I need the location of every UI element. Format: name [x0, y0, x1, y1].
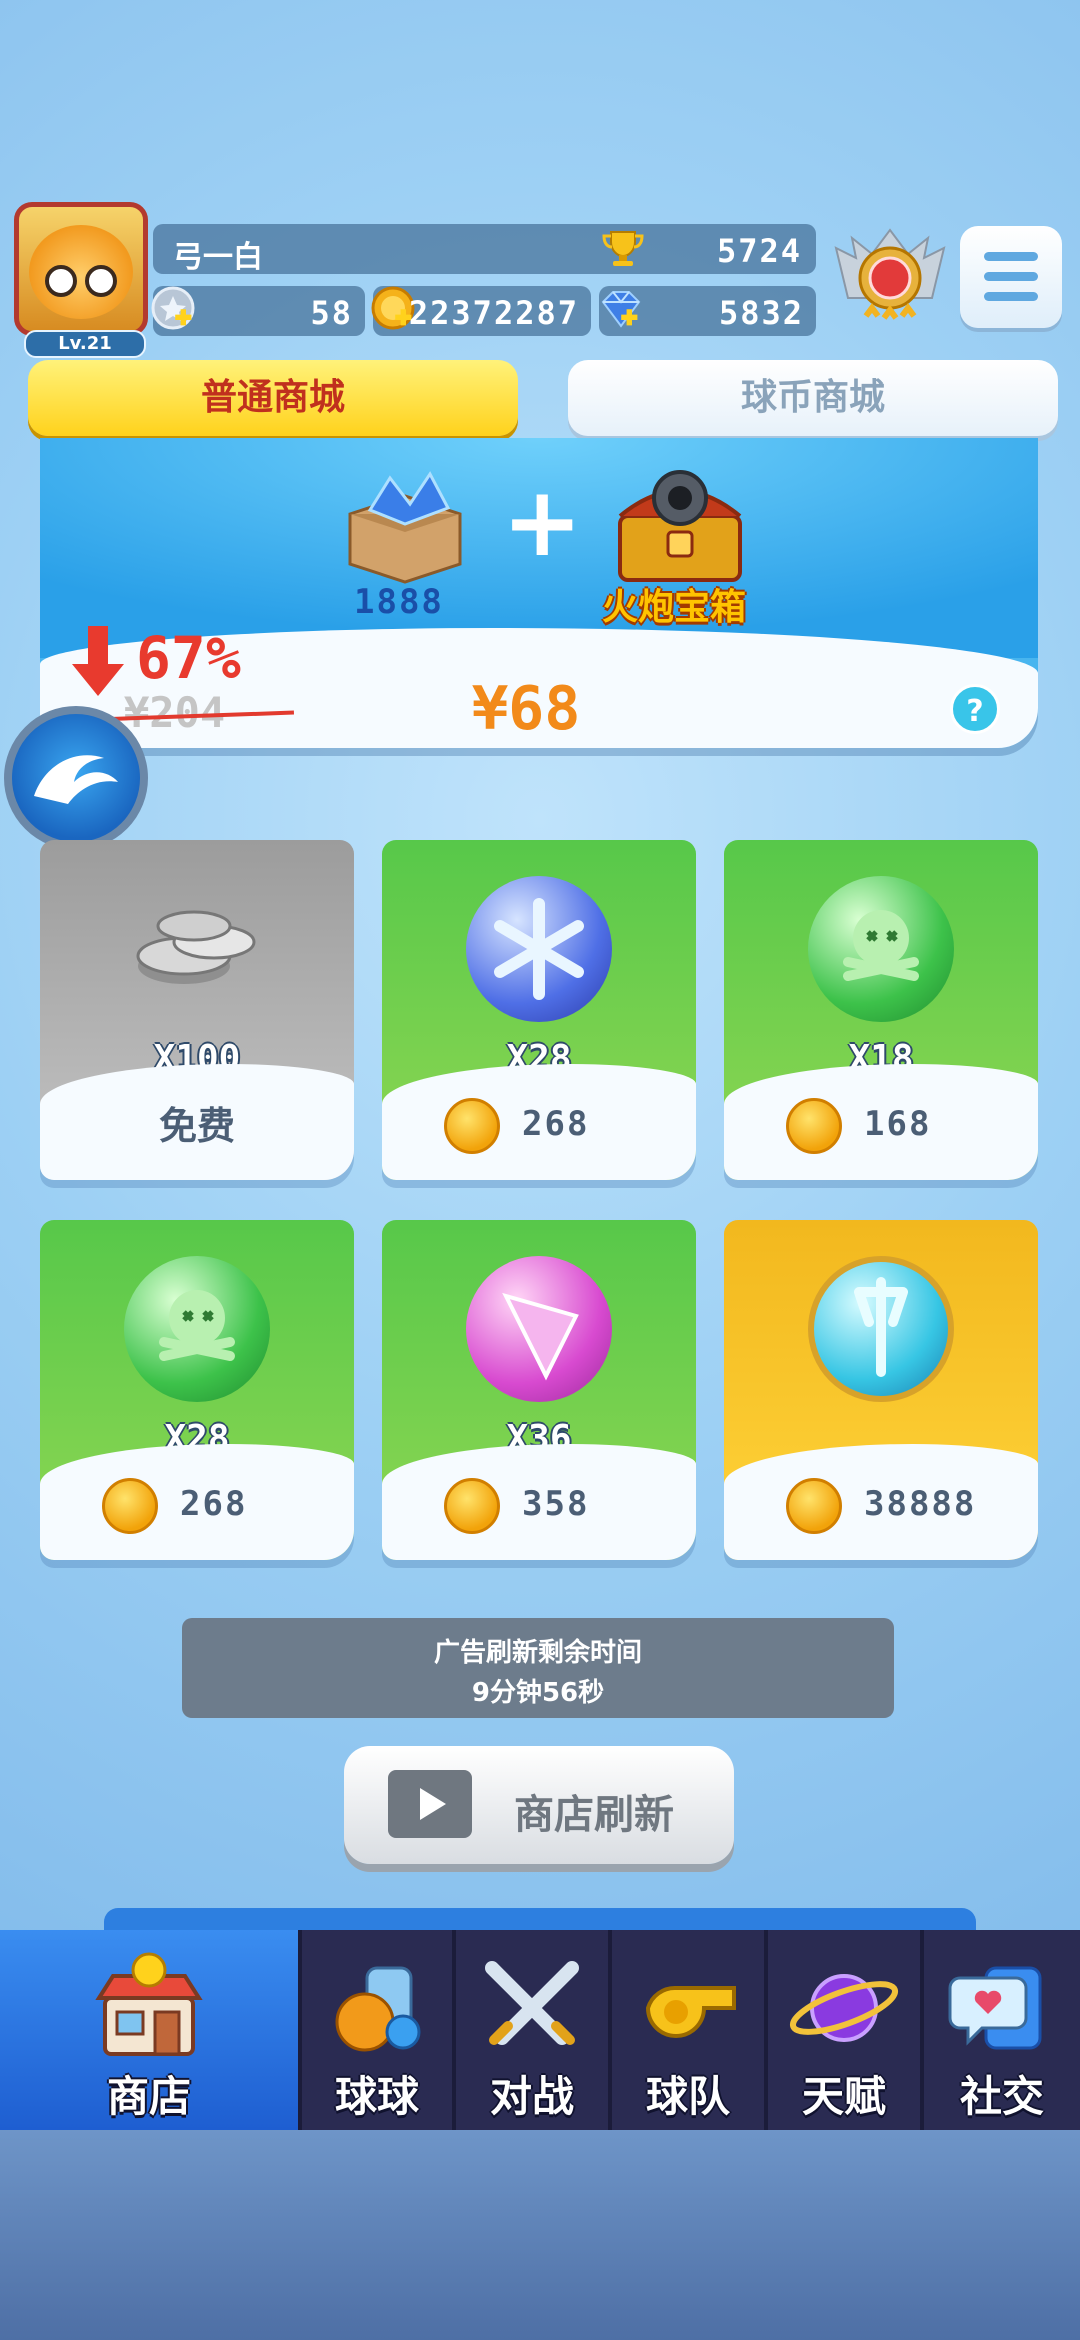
shop-item-card[interactable]: X28 268: [40, 1220, 354, 1560]
crossed-swords-icon: [485, 1961, 579, 2045]
discount-percent: 67%: [136, 624, 241, 692]
avatar-eye-right: [85, 265, 117, 297]
tiger-face-icon: [29, 225, 133, 319]
nav-talent[interactable]: 天赋: [768, 1930, 920, 2130]
nav-shop[interactable]: 商店: [0, 1930, 298, 2130]
shop-item-card[interactable]: X18 168: [724, 840, 1038, 1180]
ticket-count: 58: [310, 294, 353, 332]
wave-icon: [34, 755, 118, 804]
ice-ball-icon: [466, 876, 612, 1022]
coin-bar[interactable]: 22372287: [371, 286, 591, 336]
pink-crystal-ball-icon: [466, 1256, 612, 1402]
menu-line-icon: [984, 252, 1038, 261]
trophy-count: 5724: [716, 232, 802, 270]
nav-label: 商店: [106, 2072, 191, 2121]
poison-skull-ball-icon: [808, 876, 954, 1022]
ad-refresh-timer: 广告刷新剩余时间 9分钟56秒: [182, 1618, 894, 1718]
shop-refresh-label: 商店刷新: [514, 1792, 674, 1838]
item-price: 268: [180, 1484, 248, 1524]
shop-item-card[interactable]: X28 268: [382, 840, 696, 1180]
coin-icon: [102, 1478, 158, 1534]
tab-normal-shop[interactable]: 普通商城: [28, 360, 518, 436]
gem-bar[interactable]: 5832: [599, 286, 816, 336]
menu-line-icon: [984, 292, 1038, 301]
ticket-bar[interactable]: 58: [151, 286, 365, 336]
gem-count: 5832: [718, 294, 804, 332]
plus-icon: +: [502, 466, 583, 578]
menu-line-icon: [984, 272, 1038, 281]
cyan-trident-ball-icon: [808, 1256, 954, 1402]
coin-icon: [444, 1098, 500, 1154]
nav-label: 对战: [489, 2072, 574, 2121]
avatar-eye-left: [45, 265, 77, 297]
sale-price: ¥68: [472, 674, 581, 744]
coin-icon: [444, 1478, 500, 1534]
gem-amount-label: 1888: [354, 582, 444, 622]
nav-team[interactable]: 球队: [612, 1930, 764, 2130]
bottom-background: [0, 2130, 1080, 2340]
ad-refresh-countdown: 9分钟56秒: [471, 1678, 605, 1708]
shop-refresh-button[interactable]: 商店刷新: [344, 1746, 734, 1864]
coin-icon: [786, 1478, 842, 1534]
shop-item-card[interactable]: X36 358: [382, 1220, 696, 1560]
item-price: 38888: [864, 1484, 977, 1524]
down-arrow-icon: [72, 626, 124, 696]
promo-banner[interactable]: + 1888 火炮宝箱 67% ¥204 ¥68 ?: [40, 438, 1038, 748]
ticket-star-plus-icon: [151, 286, 195, 330]
item-price: 268: [522, 1104, 590, 1144]
free-label: 免费: [158, 1104, 235, 1148]
shop-item-card[interactable]: 38888: [724, 1220, 1038, 1560]
chat-bubble-icon: [948, 1966, 1042, 2050]
wave-event-button[interactable]: [4, 706, 148, 850]
video-play-icon: [388, 1770, 472, 1838]
trophy-icon: [602, 231, 644, 266]
gem-crate-icon: [348, 471, 462, 584]
whistle-icon: [645, 1985, 736, 2038]
player-avatar[interactable]: [14, 202, 148, 336]
player-info-bar[interactable]: 弓一白 5724: [153, 224, 816, 275]
shop-icon: [95, 1952, 203, 2056]
coin-count: 22372287: [408, 294, 579, 332]
blue-gem-plus-icon: [601, 291, 641, 328]
nav-label: 社交: [959, 2072, 1044, 2121]
nav-battle[interactable]: 对战: [456, 1930, 608, 2130]
nav-label: 球队: [645, 2072, 730, 2121]
silver-coins-icon: [136, 910, 256, 984]
item-price: 358: [522, 1484, 590, 1524]
cannon-chest-label: 火炮宝箱: [602, 587, 747, 628]
tab-ball-coin-shop[interactable]: 球币商城: [568, 360, 1058, 436]
cannon-chest-icon: [618, 470, 742, 582]
help-button[interactable]: ?: [950, 684, 1000, 734]
player-name: 弓一白: [173, 240, 263, 275]
nav-label: 球球: [334, 2072, 419, 2121]
nav-balls[interactable]: 球球: [302, 1930, 452, 2130]
menu-button[interactable]: [960, 226, 1062, 328]
rank-badge-icon[interactable]: [826, 218, 954, 334]
ad-refresh-label: 广告刷新剩余时间: [433, 1638, 642, 1668]
shop-item-card[interactable]: X100 免费: [40, 840, 354, 1180]
bottom-nav: 商店 球球 对战 球队 天赋 社交: [0, 1930, 1080, 2130]
level-badge: Lv.21: [24, 330, 146, 358]
balls-icon: [335, 1966, 421, 2052]
item-price: 168: [864, 1104, 932, 1144]
planet-orb-icon: [789, 1974, 899, 2042]
nav-social[interactable]: 社交: [924, 1930, 1080, 2130]
coin-icon: [786, 1098, 842, 1154]
nav-label: 天赋: [801, 2072, 886, 2121]
poison-skull-ball-icon: [124, 1256, 270, 1402]
